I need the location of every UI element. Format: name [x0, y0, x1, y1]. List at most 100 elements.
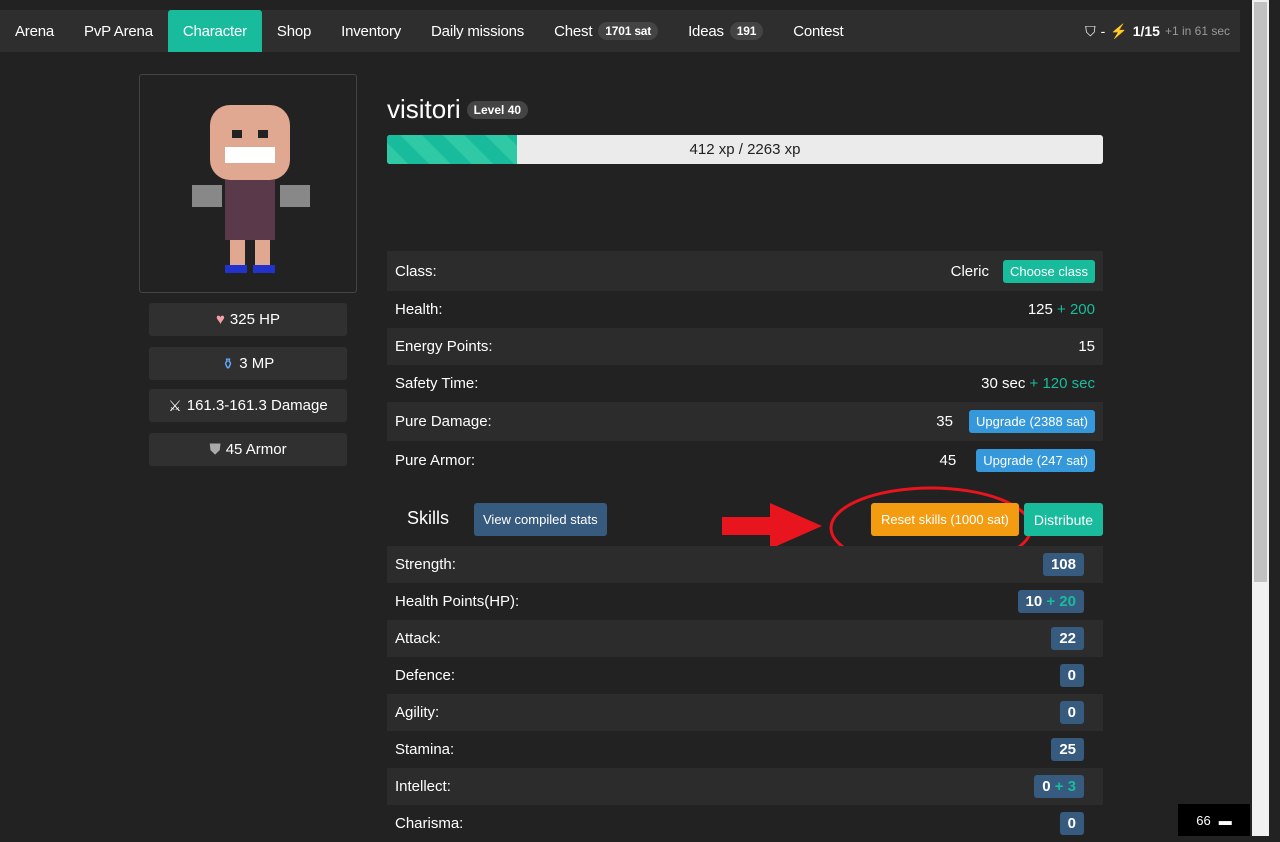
view-compiled-stats-button[interactable]: View compiled stats	[474, 503, 607, 536]
skill-label: Charisma:	[395, 815, 464, 832]
nav-inventory[interactable]: Inventory	[326, 10, 416, 52]
skill-label: Strength:	[395, 556, 456, 573]
reset-skills-button[interactable]: Reset skills (1000 sat)	[871, 503, 1019, 536]
damage-value: 35	[936, 413, 953, 430]
shield-value: -	[1100, 23, 1106, 39]
skill-value: 10	[1025, 593, 1043, 610]
class-value: Cleric	[950, 262, 989, 280]
label: Safety Time:	[395, 375, 479, 392]
lightning-icon: ⚡	[1110, 22, 1128, 39]
chat-widget[interactable]: 66 ▬	[1178, 804, 1250, 836]
safety-value: 30 sec	[981, 375, 1026, 392]
skill-value: 0	[1067, 815, 1076, 832]
nav-arena[interactable]: Arena	[0, 10, 69, 52]
skill-value: 0	[1042, 778, 1051, 795]
potion-icon: ⚱	[221, 355, 235, 373]
armor-value: 45 Armor	[225, 441, 287, 458]
skill-bonus: + 20	[1046, 593, 1076, 610]
skill-value: 108	[1050, 556, 1076, 573]
choose-class-button[interactable]: Choose class	[1002, 259, 1095, 283]
damage-stat: ⚔ 161.3-161.3 Damage	[149, 389, 347, 422]
label: Health:	[395, 301, 443, 318]
xp-progress-bar: 412 xp / 2263 xp	[387, 135, 1103, 164]
pure-damage-row: Pure Damage: 35 Upgrade (2388 sat)	[387, 402, 1103, 441]
skill-bonus: + 3	[1054, 778, 1076, 795]
level-badge: Level 40	[466, 100, 529, 119]
nav-label: PvP Arena	[84, 22, 153, 40]
skill-value: 0	[1067, 667, 1076, 684]
upgrade-damage-button[interactable]: Upgrade (2388 sat)	[968, 410, 1095, 433]
skill-value-badge: 108	[1042, 553, 1084, 576]
nav-label: Ideas	[688, 22, 724, 40]
safety-bonus: + 120 sec	[1029, 375, 1095, 392]
skill-label: Defence:	[395, 667, 456, 684]
nav-shop[interactable]: Shop	[262, 10, 326, 52]
skill-row: Agility: 0	[387, 694, 1103, 731]
mp-value: 3 MP	[239, 355, 275, 372]
nav-chest[interactable]: Chest 1701 sat	[539, 10, 673, 52]
distribute-button[interactable]: Distribute	[1024, 503, 1103, 536]
red-arrow-annotation	[722, 503, 822, 549]
damage-value: 161.3-161.3 Damage	[186, 397, 328, 414]
scrollbar[interactable]	[1252, 0, 1269, 836]
skill-label: Intellect:	[395, 778, 451, 795]
character-name: visitori Level 40	[387, 94, 529, 125]
nav-daily-missions[interactable]: Daily missions	[416, 10, 539, 52]
nav-label: Shop	[276, 22, 312, 40]
skill-value-badge: 22	[1051, 627, 1084, 650]
heart-icon: ♥	[216, 311, 225, 328]
health-row: Health: 125 + 200	[387, 291, 1103, 328]
character-avatar	[139, 74, 357, 293]
nav-pvp-arena[interactable]: PvP Arena	[69, 10, 168, 52]
hp-value: 325 HP	[229, 311, 280, 328]
skill-value-badge: 0	[1059, 812, 1084, 835]
skill-value: 25	[1059, 741, 1076, 758]
skills-table: Strength: 108 Health Points(HP): 10 + 20 Att…	[387, 546, 1103, 842]
nav-contest[interactable]: Contest	[778, 10, 858, 52]
nav-label: Arena	[15, 22, 55, 40]
skill-value-badge: 0	[1059, 664, 1084, 687]
armor-value: 45	[939, 452, 957, 469]
shield-icon: ⛉	[1085, 22, 1096, 39]
mp-stat: ⚱ 3 MP	[149, 347, 347, 380]
skill-row: Strength: 108	[387, 546, 1103, 583]
nav-label: Character	[182, 22, 247, 40]
skill-value-badge: 0 + 3	[1034, 775, 1084, 798]
nav-character[interactable]: Character	[167, 10, 262, 52]
skill-label: Stamina:	[395, 741, 455, 758]
skill-label: Agility:	[395, 704, 440, 721]
label: Energy Points:	[395, 338, 493, 355]
character-sprite-icon	[192, 105, 310, 273]
label: Class:	[395, 262, 437, 280]
chat-count: 66	[1196, 812, 1211, 828]
scrollbar-thumb[interactable]	[1254, 2, 1267, 582]
energy-value: 1/15	[1132, 23, 1160, 39]
skill-value-badge: 0	[1059, 701, 1084, 724]
name-text: visitori	[387, 94, 461, 124]
skill-row: Charisma: 0	[387, 805, 1103, 842]
nav-label: Chest	[554, 22, 593, 40]
skill-row: Health Points(HP): 10 + 20	[387, 583, 1103, 620]
skill-value: 0	[1067, 704, 1076, 721]
skill-row: Attack: 22	[387, 620, 1103, 657]
chest-badge: 1701 sat	[598, 22, 659, 40]
skill-row: Stamina: 25	[387, 731, 1103, 768]
skill-value: 22	[1059, 630, 1076, 647]
energy-value: 15	[1078, 338, 1095, 355]
upgrade-armor-button[interactable]: Upgrade (247 sat)	[976, 449, 1095, 472]
health-value: 125	[1027, 301, 1053, 318]
navbar: Arena PvP Arena Character Shop Inventory Dail…	[0, 10, 1240, 52]
status-area: ⛉ - ⚡ 1/15 +1 in 61 sec	[1085, 23, 1240, 40]
pure-armor-row: Pure Armor: 45 Upgrade (247 sat)	[387, 441, 1103, 480]
skill-value-badge: 25	[1051, 738, 1084, 761]
energy-row: Energy Points: 15	[387, 328, 1103, 365]
skill-label: Attack:	[395, 630, 441, 647]
label: Pure Armor:	[395, 452, 476, 469]
ideas-badge: 191	[729, 22, 764, 40]
label: Pure Damage:	[395, 413, 492, 430]
nav-ideas[interactable]: Ideas 191	[673, 10, 778, 52]
safety-row: Safety Time: 30 sec + 120 sec	[387, 365, 1103, 402]
energy-regen: +1 in 61 sec	[1164, 24, 1230, 38]
hp-stat: ♥ 325 HP	[149, 303, 347, 336]
xp-text: 412 xp / 2263 xp	[689, 141, 801, 158]
